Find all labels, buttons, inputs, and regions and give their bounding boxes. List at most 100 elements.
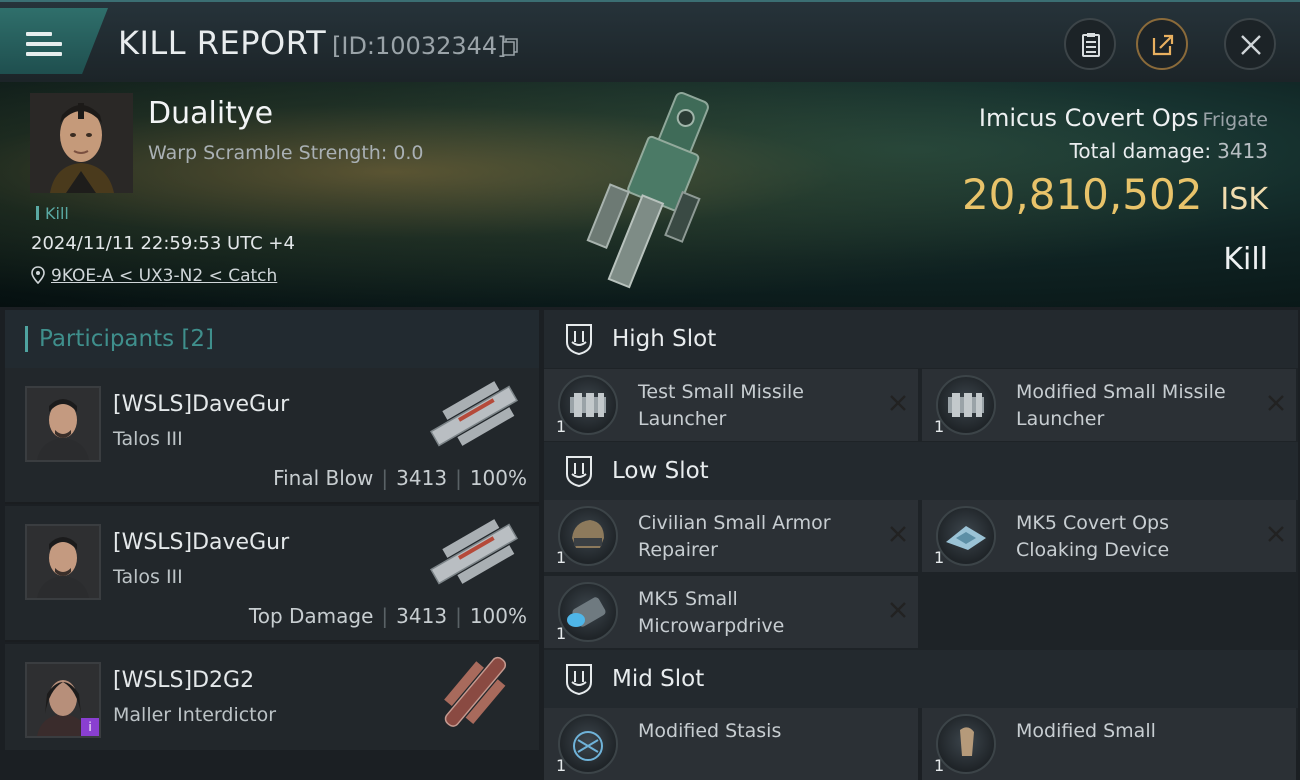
module-qty: 1 <box>556 624 567 643</box>
total-damage-value: 3413 <box>1217 139 1268 163</box>
pilot-avatar-icon <box>27 388 99 460</box>
mid-slot-label: Mid Slot <box>612 666 705 692</box>
module-item[interactable]: 1 MK5 Covert Ops Cloaking Device <box>922 500 1296 572</box>
destroyed-x-icon <box>1268 395 1284 411</box>
clipboard-icon <box>1082 33 1100 57</box>
participant-row[interactable]: i [WSLS]D2G2 Maller Interdictor <box>5 644 539 750</box>
low-slot-icon <box>566 456 592 488</box>
participant-ship: Maller Interdictor <box>113 704 277 726</box>
microwarpdrive-icon <box>558 582 618 642</box>
share-icon <box>1152 34 1174 56</box>
participant-stats: Final Blow | 3413 | 100% <box>273 466 527 490</box>
ship-name: Imicus Covert Ops <box>978 104 1199 132</box>
module-name: Modified Small <box>1016 720 1156 742</box>
low-slot-label: Low Slot <box>612 458 709 484</box>
destroyed-x-icon <box>890 526 906 542</box>
participants-header[interactable]: Participants [2] <box>5 310 539 368</box>
destroyed-x-icon <box>890 602 906 618</box>
page-title: KILL REPORT <box>118 24 327 62</box>
high-slot-header: High Slot <box>544 310 1298 368</box>
participant-row[interactable]: [WSLS]DaveGur Talos III Top Damage | 3413 |… <box>5 506 539 642</box>
location-text: 9KOE-A < UX3-N2 < Catch <box>51 266 278 286</box>
module-item[interactable]: 1 Modified Small <box>922 708 1296 780</box>
isk-unit: ISK <box>1220 182 1268 217</box>
participant-ship-icon <box>430 519 518 585</box>
participant-name: [WSLS]DaveGur <box>113 392 290 417</box>
participant-damage: 3413 <box>396 604 448 628</box>
victim-name: Dualitye <box>148 96 274 131</box>
module-item[interactable]: 1 Modified Small Missile Launcher <box>922 369 1296 441</box>
armor-repairer-icon <box>558 506 618 566</box>
stasis-webifier-icon <box>558 714 618 774</box>
module-qty: 1 <box>556 548 567 567</box>
module-item[interactable]: 1 Civilian Small Armor Repairer <box>544 500 918 572</box>
missile-launcher-icon <box>558 375 618 435</box>
module-name: Modified Stasis <box>638 720 782 742</box>
participant-ship: Talos III <box>113 428 183 450</box>
mid-slot-icon <box>566 664 592 696</box>
report-id: [ID:10032344] <box>332 32 507 60</box>
fitting-panel: High Slot 1 Test Small Missile Launcher … <box>544 310 1298 780</box>
destroyed-x-icon <box>890 395 906 411</box>
menu-button[interactable] <box>0 8 108 74</box>
victim-ship: Imicus Covert Ops Frigate <box>979 104 1268 132</box>
participant-name: [WSLS]DaveGur <box>113 530 290 555</box>
avatar: i <box>25 662 101 738</box>
participant-damage: 3413 <box>396 466 448 490</box>
close-icon <box>1241 35 1261 55</box>
isk-amount: 20,810,502 <box>961 170 1203 219</box>
info-badge: i <box>81 718 99 736</box>
participant-role: Top Damage <box>248 604 374 628</box>
kill-datetime: 2024/11/11 22:59:53 UTC +4 <box>31 233 295 254</box>
participants-label: Participants [2] <box>39 326 214 352</box>
low-slot-header: Low Slot <box>544 442 1298 500</box>
hamburger-icon <box>26 32 62 60</box>
module-name: Test Small Missile Launcher <box>638 381 804 430</box>
module-item[interactable]: 1 Test Small Missile Launcher <box>544 369 918 441</box>
participant-ship-icon <box>430 381 518 447</box>
module-qty: 1 <box>934 417 945 436</box>
module-name: Civilian Small Armor Repairer <box>638 512 831 561</box>
module-item[interactable]: 1 MK5 Small Microwarpdrive <box>544 576 918 648</box>
victim-ship-render <box>586 92 709 289</box>
victim-panel: Dualitye Warp Scramble Strength: 0.0 Kil… <box>0 82 1300 307</box>
module-qty: 1 <box>556 756 567 775</box>
close-button[interactable] <box>1224 18 1276 70</box>
cloaking-device-icon <box>936 506 996 566</box>
destroyed-x-icon <box>1268 526 1284 542</box>
participant-role: Final Blow <box>273 466 374 490</box>
participant-ship-icon <box>444 656 507 727</box>
module-name: MK5 Covert Ops Cloaking Device <box>1016 512 1170 561</box>
participant-percent: 100% <box>469 604 527 628</box>
location-link[interactable]: 9KOE-A < UX3-N2 < Catch <box>31 266 277 286</box>
victim-portrait[interactable] <box>30 93 133 193</box>
module-qty: 1 <box>556 417 567 436</box>
clipboard-button[interactable] <box>1064 18 1116 70</box>
copy-icon[interactable] <box>502 38 518 56</box>
module-name: MK5 Small Microwarpdrive <box>638 588 785 637</box>
mid-slot-header: Mid Slot <box>544 650 1298 708</box>
module-icon <box>936 714 996 774</box>
ship-class: Frigate <box>1202 109 1268 131</box>
module-name: Modified Small Missile Launcher <box>1016 381 1226 430</box>
location-pin-icon <box>31 266 45 284</box>
pilot-avatar-icon <box>30 93 133 193</box>
accent-bar <box>25 326 28 352</box>
warp-scramble-strength: Warp Scramble Strength: 0.0 <box>148 142 424 164</box>
participant-row[interactable]: [WSLS]DaveGur Talos III Final Blow | 3413 |… <box>5 368 539 504</box>
high-slot-label: High Slot <box>612 326 717 352</box>
participant-percent: 100% <box>469 466 527 490</box>
high-slot-icon <box>566 324 592 356</box>
total-damage-label: Total damage: <box>1069 139 1212 163</box>
module-qty: 1 <box>934 756 945 775</box>
avatar <box>25 386 101 462</box>
top-bar: KILL REPORT [ID:10032344] <box>0 0 1300 82</box>
isk-value: 20,810,502 ISK <box>962 170 1268 219</box>
total-damage: Total damage: 3413 <box>1070 139 1268 163</box>
module-qty: 1 <box>934 548 945 567</box>
participant-stats: Top Damage | 3413 | 100% <box>248 604 527 628</box>
participant-ship: Talos III <box>113 566 183 588</box>
module-item[interactable]: 1 Modified Stasis <box>544 708 918 780</box>
share-button[interactable] <box>1136 18 1188 70</box>
missile-launcher-icon <box>936 375 996 435</box>
